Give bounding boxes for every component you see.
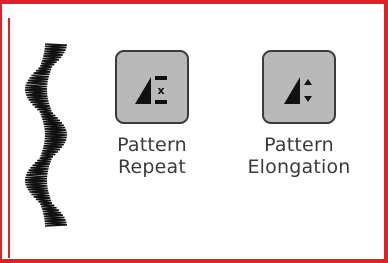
pattern-repeat-label-line2: Repeat xyxy=(117,156,187,178)
pattern-repeat-icon: x xyxy=(135,76,167,104)
pattern-repeat-label-line1: Pattern xyxy=(117,134,187,156)
panel-frame: x Pattern Repeat Pattern Elongation xyxy=(0,0,388,263)
pattern-elongation-label-line1: Pattern xyxy=(264,134,334,156)
pattern-repeat-group: x Pattern Repeat xyxy=(92,50,212,178)
pattern-elongation-button[interactable] xyxy=(262,50,336,124)
repeat-x-glyph: x xyxy=(157,84,164,97)
pattern-elongation-label-line2: Elongation xyxy=(247,156,351,178)
stitch-zigzag-path xyxy=(24,43,68,227)
pattern-elongation-label: Pattern Elongation xyxy=(239,134,359,178)
panel-divider xyxy=(8,18,10,258)
pattern-elongation-icon xyxy=(284,77,312,104)
pattern-repeat-button[interactable]: x xyxy=(115,50,189,124)
pattern-elongation-group: Pattern Elongation xyxy=(239,50,359,178)
stitch-preview-icon xyxy=(24,43,68,227)
pattern-repeat-label: Pattern Repeat xyxy=(92,134,212,178)
